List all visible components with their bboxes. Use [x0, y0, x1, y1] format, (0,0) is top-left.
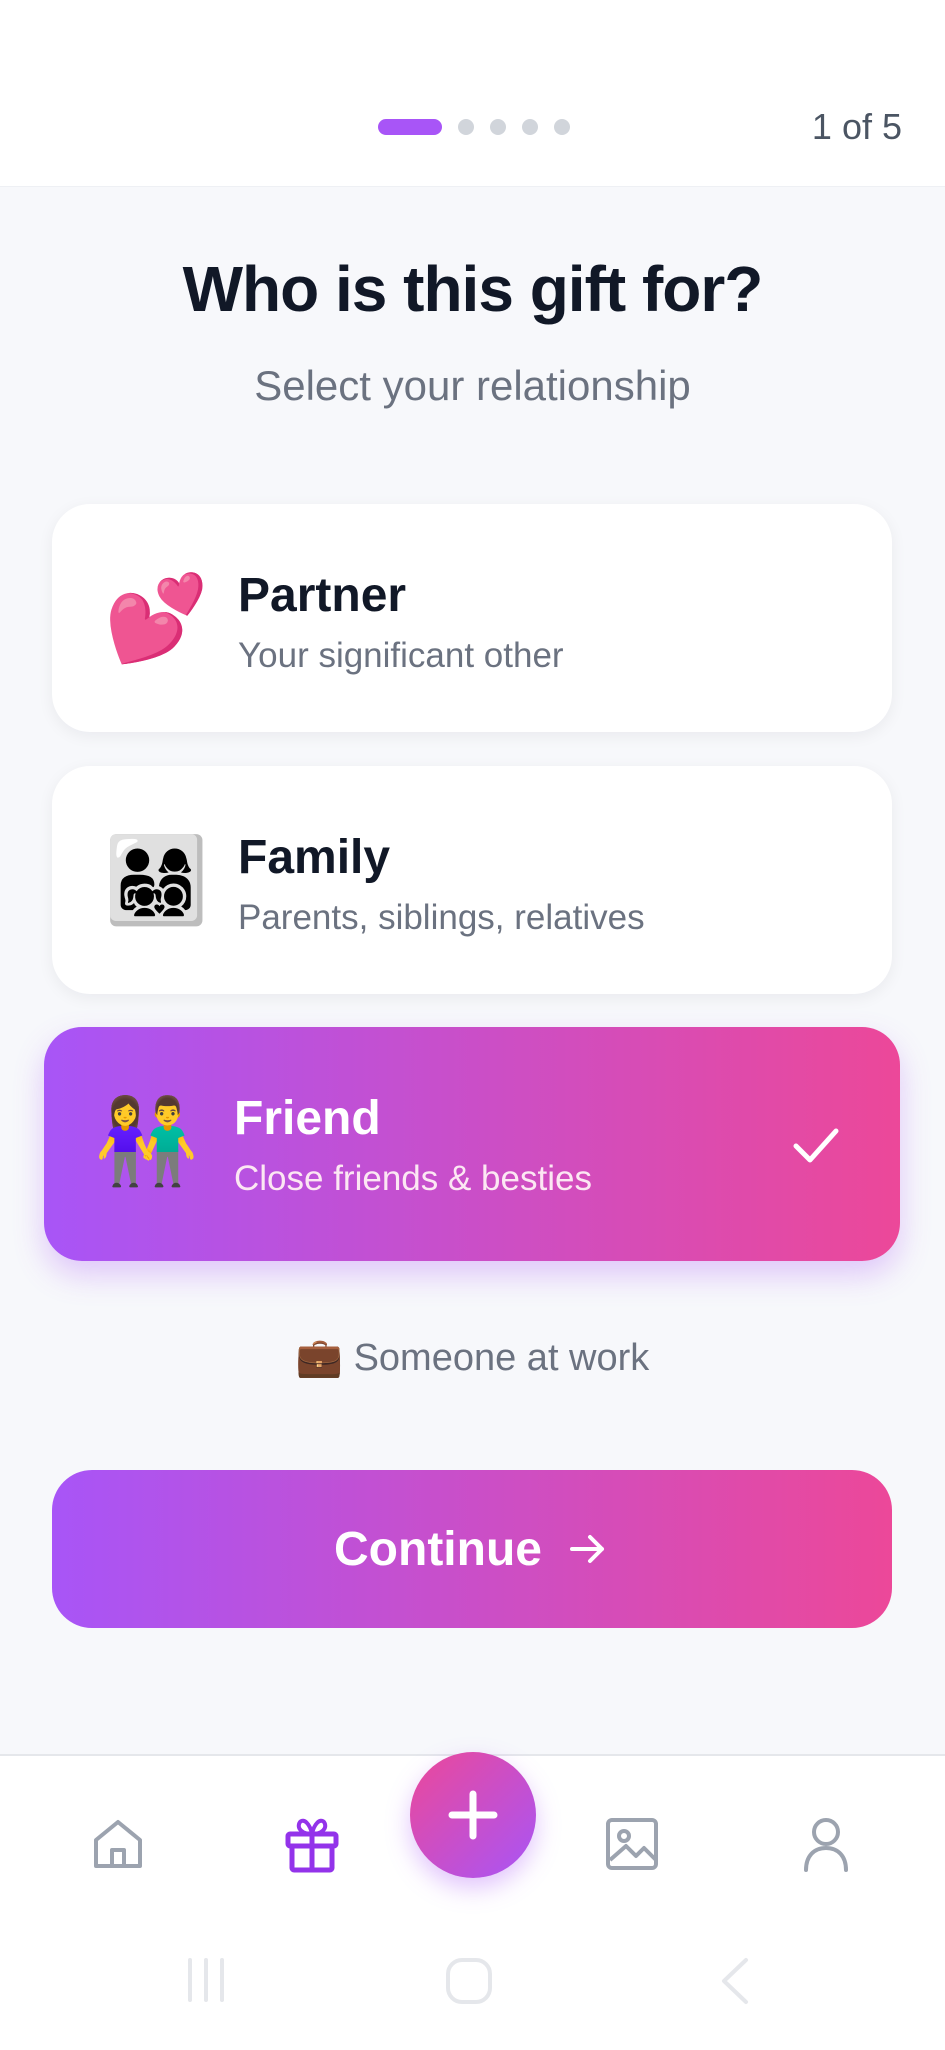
progress-dot-3 — [490, 119, 506, 135]
top-bar: 1 of 5 — [0, 0, 945, 187]
progress-dot-1 — [378, 119, 442, 135]
user-icon[interactable] — [794, 1812, 858, 1876]
home-system-icon[interactable] — [444, 1956, 494, 2006]
add-button[interactable] — [410, 1752, 536, 1878]
option-card-partner[interactable]: 💕 Partner Your significant other — [52, 504, 892, 732]
back-icon[interactable] — [714, 1956, 754, 2006]
home-icon[interactable] — [86, 1812, 150, 1876]
page-title: Who is this gift for? — [182, 253, 764, 325]
step-counter: 1 of 5 — [811, 106, 902, 147]
option-label: Friend — [234, 1092, 381, 1145]
briefcase-icon: 💼 — [295, 1337, 344, 1379]
gift-icon[interactable] — [280, 1812, 344, 1876]
two-hearts-icon: 💕 — [104, 571, 209, 665]
progress-dots — [378, 118, 570, 136]
someone-at-work-link[interactable]: 💼 Someone at work — [0, 1336, 945, 1380]
family-icon: 👨‍👩‍👧‍👦 — [104, 833, 209, 927]
checkmark-icon — [793, 1128, 839, 1163]
page-subtitle: Select your relationship — [254, 362, 691, 409]
plus-icon — [448, 1790, 498, 1840]
friends-icon: 👫 — [94, 1094, 199, 1188]
option-description: Your significant other — [238, 636, 564, 675]
someone-at-work-label: Someone at work — [353, 1337, 650, 1379]
bottom-nav — [0, 1752, 945, 2050]
recent-apps-icon[interactable] — [182, 1956, 230, 2004]
option-card-friend[interactable]: 👫 Friend Close friends & besties — [44, 1027, 900, 1261]
continue-button[interactable]: Continue — [52, 1470, 892, 1628]
progress-dot-5 — [554, 119, 570, 135]
option-description: Parents, siblings, relatives — [238, 898, 645, 937]
arrow-right-icon — [569, 1535, 604, 1563]
option-label: Family — [238, 831, 391, 884]
option-label: Partner — [238, 569, 407, 622]
continue-label: Continue — [334, 1522, 542, 1576]
option-description: Close friends & besties — [234, 1159, 592, 1198]
image-icon[interactable] — [600, 1812, 664, 1876]
progress-dot-2 — [458, 119, 474, 135]
option-card-family[interactable]: 👨‍👩‍👧‍👦 Family Parents, siblings, relati… — [52, 766, 892, 994]
progress-dot-4 — [522, 119, 538, 135]
